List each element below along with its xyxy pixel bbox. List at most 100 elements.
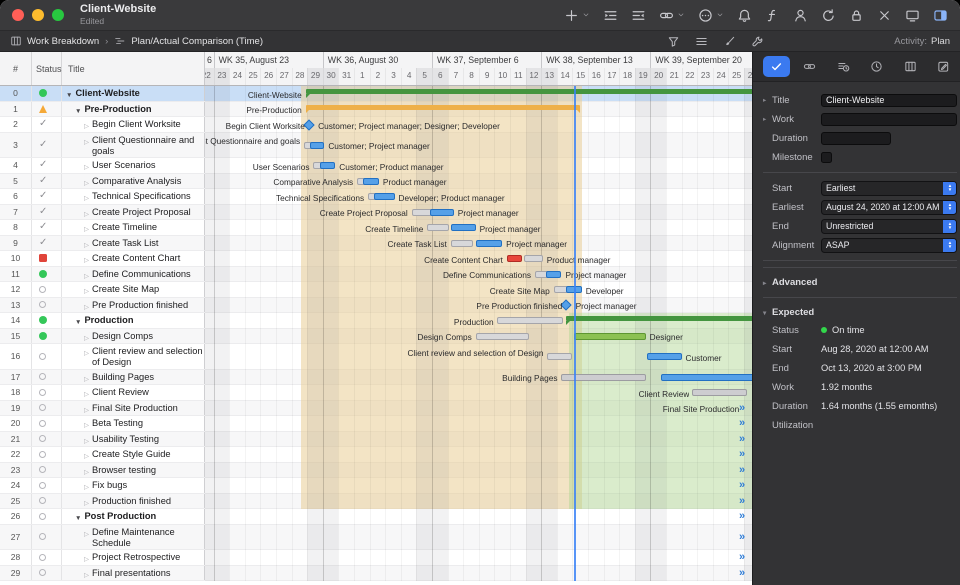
brush-icon[interactable] xyxy=(723,35,736,48)
summary-bar[interactable] xyxy=(566,316,752,321)
plus-icon[interactable] xyxy=(564,8,579,23)
day-gridline xyxy=(728,86,729,581)
activity-value[interactable]: Plan xyxy=(931,36,950,47)
view-switcher-icon[interactable] xyxy=(10,35,22,47)
disclosure-triangle-icon[interactable]: ▼ xyxy=(75,317,81,328)
baseline-bar[interactable] xyxy=(427,224,449,231)
task-bar[interactable] xyxy=(507,255,523,262)
lock-icon[interactable] xyxy=(849,8,864,23)
baseline-bar[interactable] xyxy=(524,255,543,262)
task-title: Production xyxy=(84,315,133,326)
task-bar[interactable] xyxy=(661,374,752,381)
task-bar[interactable] xyxy=(647,353,681,360)
stepper-arrows-icon[interactable]: ▲▼ xyxy=(943,182,956,195)
task-bar[interactable] xyxy=(363,178,379,185)
task-bar[interactable] xyxy=(320,162,336,169)
summary-bar[interactable] xyxy=(306,89,752,94)
sidebar-icon[interactable] xyxy=(933,8,948,23)
baseline-bar[interactable] xyxy=(451,240,473,247)
day-gridline xyxy=(744,86,745,581)
summary-bar[interactable] xyxy=(306,105,581,110)
row-number: 29 xyxy=(0,566,32,581)
baseline-bar[interactable] xyxy=(476,333,529,340)
end-select[interactable]: Unrestricted▲▼ xyxy=(821,219,957,234)
user-icon[interactable] xyxy=(793,8,808,23)
earliest-select[interactable]: August 24, 2020 at 12:00 AM▲▼ xyxy=(821,200,957,215)
list-clock-tab[interactable] xyxy=(830,56,857,77)
field-end: EndUnrestricted▲▼ xyxy=(763,217,957,235)
status-check-icon: ✓ xyxy=(39,119,47,129)
section-expected[interactable]: ▾Expected xyxy=(763,297,957,321)
row-number: 16 xyxy=(0,344,32,369)
bell-icon[interactable] xyxy=(737,8,752,23)
task-title-cell: ▷Begin Client Worksite xyxy=(62,117,205,132)
leaf-triangle-icon: ▷ xyxy=(84,482,89,493)
minimize-window-button[interactable] xyxy=(32,9,44,21)
task-bar[interactable] xyxy=(574,333,646,340)
more-icon[interactable] xyxy=(698,8,713,23)
day-header-cell: 29 xyxy=(307,68,323,85)
duration-input[interactable] xyxy=(821,132,891,145)
work-input[interactable] xyxy=(821,113,957,126)
close-icon[interactable] xyxy=(877,8,892,23)
disclosure-icon[interactable]: ▾ xyxy=(763,309,772,317)
disclosure-icon[interactable]: ▸ xyxy=(763,279,772,287)
task-bar[interactable] xyxy=(451,224,476,231)
milestone-checkbox[interactable] xyxy=(821,152,832,163)
task-bar[interactable] xyxy=(310,142,324,149)
stepper-arrows-icon[interactable]: ▲▼ xyxy=(943,220,956,233)
task-bar[interactable] xyxy=(476,240,503,247)
filter-icon[interactable] xyxy=(667,35,680,48)
disclosure-triangle-icon[interactable]: ▼ xyxy=(75,106,81,117)
indent-icon[interactable] xyxy=(631,8,646,23)
resource-label: Designer xyxy=(650,332,683,342)
leaf-triangle-icon: ▷ xyxy=(84,374,89,385)
day-header-cell: 31 xyxy=(338,68,354,85)
stepper-arrows-icon[interactable]: ▲▼ xyxy=(943,201,956,214)
baseline-bar[interactable] xyxy=(412,209,432,216)
title-input[interactable]: Client-Website xyxy=(821,94,957,107)
baseline-bar[interactable] xyxy=(497,317,563,324)
chevron-down-icon[interactable] xyxy=(716,11,724,19)
status-empty-icon xyxy=(39,482,46,489)
status-cell: ✓ xyxy=(32,220,62,235)
task-bar[interactable] xyxy=(430,209,453,216)
stepper-arrows-icon[interactable]: ▲▼ xyxy=(943,239,956,252)
task-title-cell: ▷Create Style Guide xyxy=(62,447,205,462)
breadcrumb-view[interactable]: Plan/Actual Comparison (Time) xyxy=(131,36,263,47)
function-icon[interactable] xyxy=(765,8,780,23)
section-advanced[interactable]: ▸Advanced xyxy=(763,267,957,291)
disclosure-triangle-icon[interactable]: ▼ xyxy=(75,513,81,524)
start-select[interactable]: Earliest▲▼ xyxy=(821,181,957,196)
leaf-triangle-icon: ▷ xyxy=(84,405,89,416)
chevron-down-icon[interactable] xyxy=(582,11,590,19)
task-bar[interactable] xyxy=(546,271,562,278)
link-tab[interactable] xyxy=(796,56,823,77)
sync-icon[interactable] xyxy=(821,8,836,23)
display-icon[interactable] xyxy=(905,8,920,23)
clock-tab[interactable] xyxy=(863,56,890,77)
app-window: Client-Website Edited Work Breakdown › P… xyxy=(0,0,960,585)
close-window-button[interactable] xyxy=(12,9,24,21)
columns-tab[interactable] xyxy=(897,56,924,77)
task-title-cell: ▷Define Communications xyxy=(62,267,205,282)
disclosure-triangle-icon[interactable]: ▼ xyxy=(66,90,72,101)
wrench-icon[interactable] xyxy=(751,35,764,48)
link-icon[interactable] xyxy=(659,8,674,23)
content-area: # Status Title 6WK 35, August 23WK 36, A… xyxy=(0,52,960,585)
baseline-bar[interactable] xyxy=(547,353,572,360)
grid-header: # Status Title 6WK 35, August 23WK 36, A… xyxy=(0,52,752,86)
task-bar[interactable] xyxy=(374,193,394,200)
clipped-bar-indicator: » xyxy=(739,568,745,578)
outdent-icon[interactable] xyxy=(603,8,618,23)
compose-tab[interactable] xyxy=(930,56,957,77)
chevron-down-icon[interactable] xyxy=(677,11,685,19)
breadcrumb-section[interactable]: Work Breakdown xyxy=(27,36,99,47)
check-tab[interactable] xyxy=(763,56,790,77)
zoom-window-button[interactable] xyxy=(52,9,64,21)
alignment-select[interactable]: ASAP▲▼ xyxy=(821,238,957,253)
list-icon[interactable] xyxy=(695,35,708,48)
task-title: Create Timeline xyxy=(92,222,157,233)
field-label: Duration xyxy=(763,401,821,412)
task-bar[interactable] xyxy=(692,389,747,396)
